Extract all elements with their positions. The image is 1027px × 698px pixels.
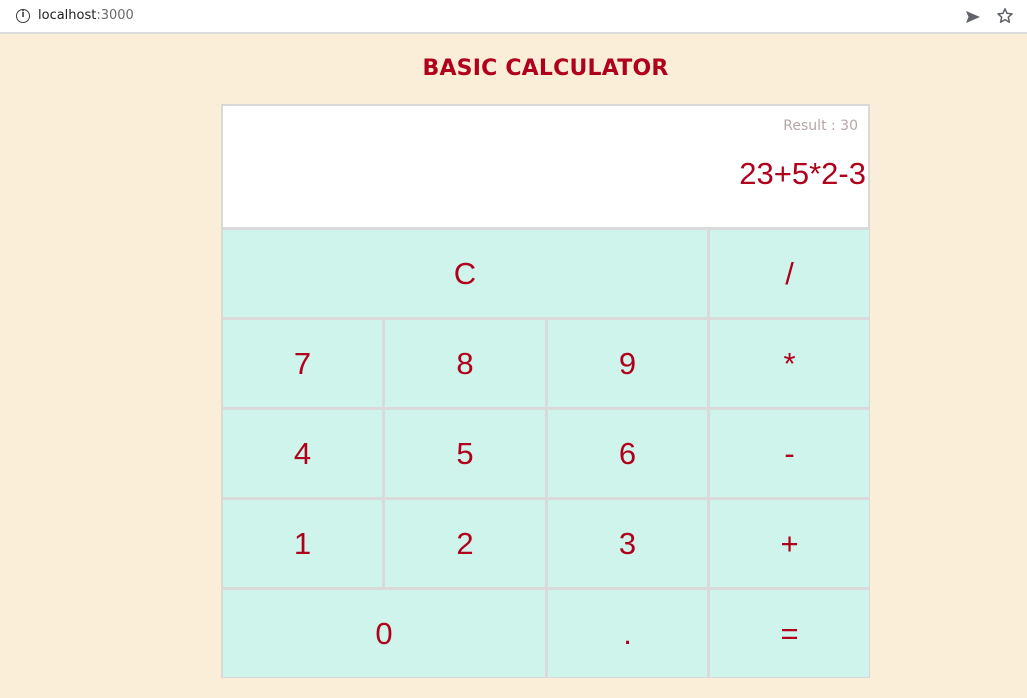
- url-host: localhost: [38, 8, 97, 23]
- digit-2-button[interactable]: 2: [385, 500, 545, 587]
- subtract-button[interactable]: -: [710, 410, 869, 497]
- digit-1-button[interactable]: 1: [223, 500, 382, 587]
- browser-address-bar: i localhost:3000: [0, 0, 1027, 34]
- digit-5-button[interactable]: 5: [385, 410, 545, 497]
- decimal-point-button[interactable]: .: [548, 590, 707, 677]
- digit-0-button[interactable]: 0: [223, 590, 545, 677]
- multiply-button[interactable]: *: [710, 320, 869, 407]
- calculator-display: Result : 30 23+5*2-3: [223, 106, 868, 227]
- clear-button[interactable]: C: [223, 230, 707, 317]
- digit-8-button[interactable]: 8: [385, 320, 545, 407]
- result-readout: Result : 30: [783, 118, 858, 134]
- site-info-icon[interactable]: i: [16, 9, 30, 23]
- equals-button[interactable]: =: [710, 590, 869, 677]
- calculator: Result : 30 23+5*2-3 C / 7 8 9 * 4 5 6 -…: [221, 104, 870, 678]
- add-button[interactable]: +: [710, 500, 869, 587]
- expression-readout: 23+5*2-3: [739, 156, 866, 191]
- digit-3-button[interactable]: 3: [548, 500, 707, 587]
- divide-button[interactable]: /: [710, 230, 869, 317]
- bookmark-star-icon[interactable]: [996, 7, 1014, 25]
- digit-9-button[interactable]: 9: [548, 320, 707, 407]
- page-title: BASIC CALCULATOR: [422, 56, 669, 81]
- address-url[interactable]: localhost:3000: [38, 8, 134, 23]
- url-port: :3000: [96, 8, 134, 23]
- send-icon[interactable]: [964, 8, 982, 26]
- digit-6-button[interactable]: 6: [548, 410, 707, 497]
- digit-7-button[interactable]: 7: [223, 320, 382, 407]
- digit-4-button[interactable]: 4: [223, 410, 382, 497]
